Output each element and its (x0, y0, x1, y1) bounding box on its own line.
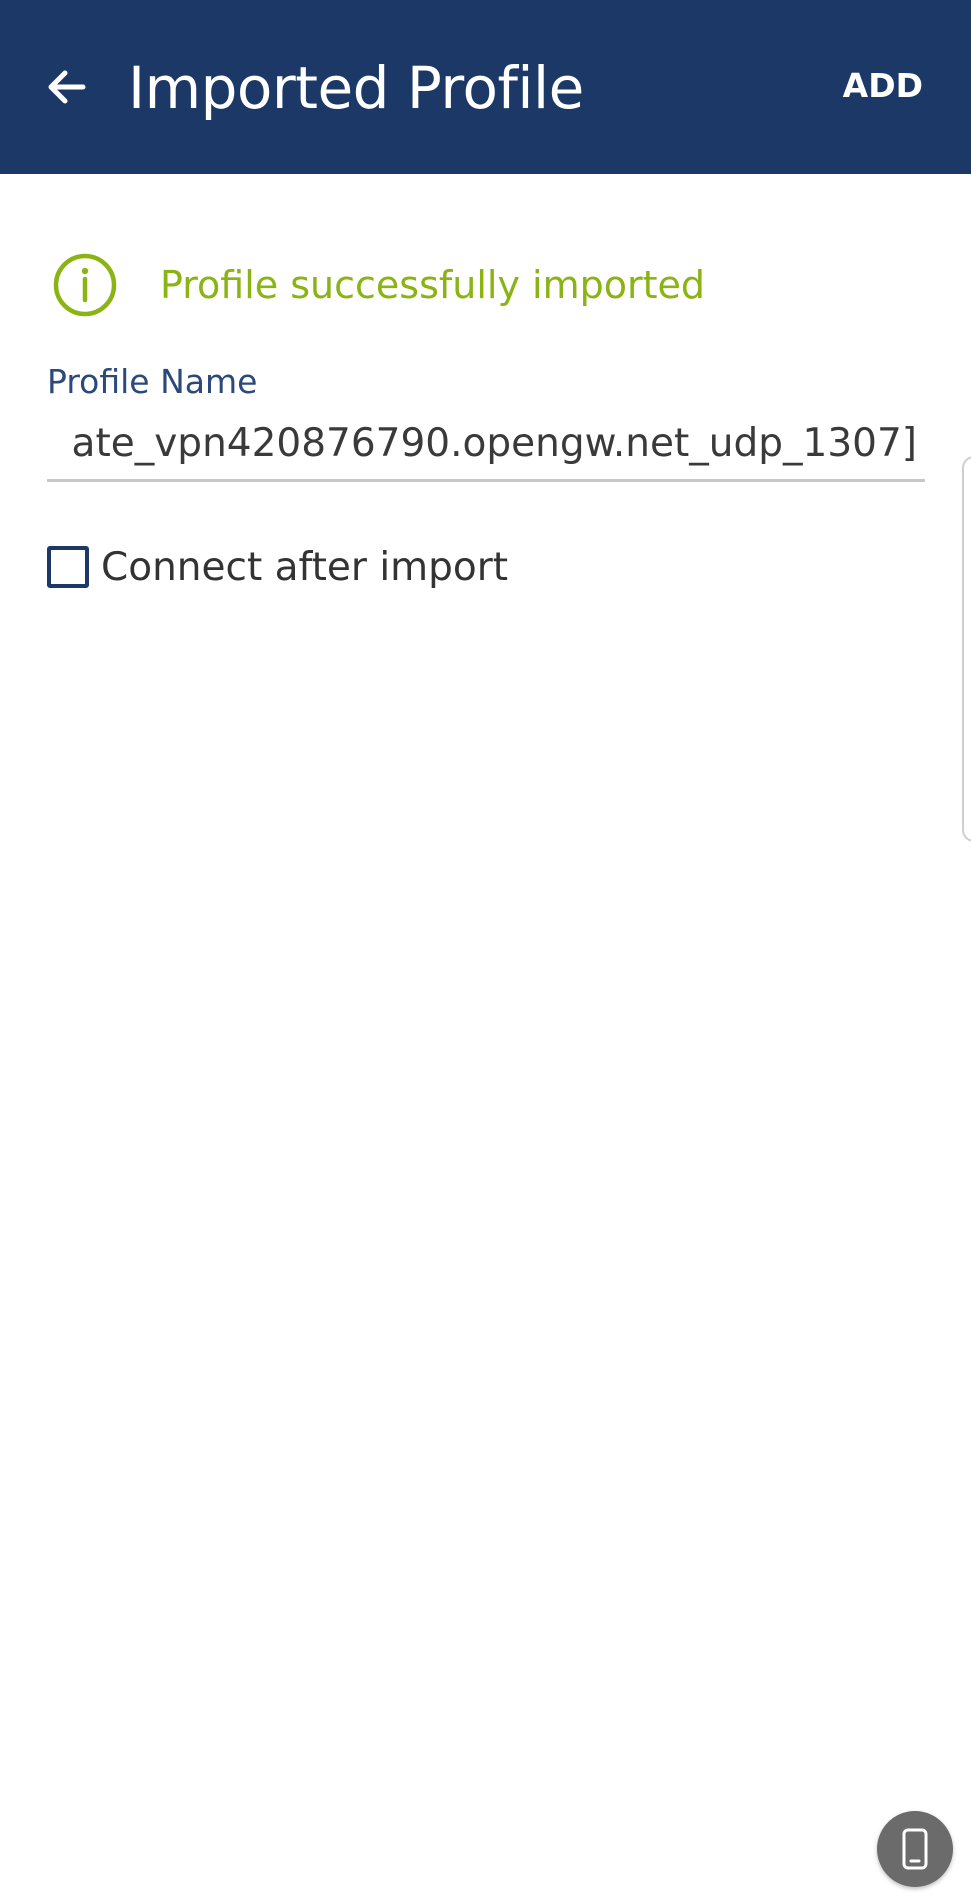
profile-name-field[interactable]: ate_vpn420876790.opengw.net_udp_1307] (47, 414, 925, 482)
edge-panel-handle[interactable] (962, 456, 971, 842)
phone-icon (902, 1828, 928, 1870)
arrow-left-icon (48, 70, 86, 104)
floating-phone-button[interactable] (877, 1811, 953, 1887)
connect-after-import-label: Connect after import (101, 544, 509, 590)
page-title: Imported Profile (128, 54, 584, 122)
add-button[interactable]: ADD (843, 58, 923, 114)
app-bar: Imported Profile ADD (0, 0, 971, 174)
connect-after-import-checkbox[interactable] (47, 546, 89, 588)
profile-name-input[interactable]: ate_vpn420876790.opengw.net_udp_1307] (72, 414, 917, 474)
import-status: Profile successfully imported (52, 252, 705, 318)
profile-name-label: Profile Name (47, 362, 258, 401)
status-message: Profile successfully imported (160, 263, 705, 307)
connect-after-import-row[interactable]: Connect after import (47, 542, 508, 592)
back-button[interactable] (34, 54, 100, 120)
info-icon (53, 253, 117, 317)
